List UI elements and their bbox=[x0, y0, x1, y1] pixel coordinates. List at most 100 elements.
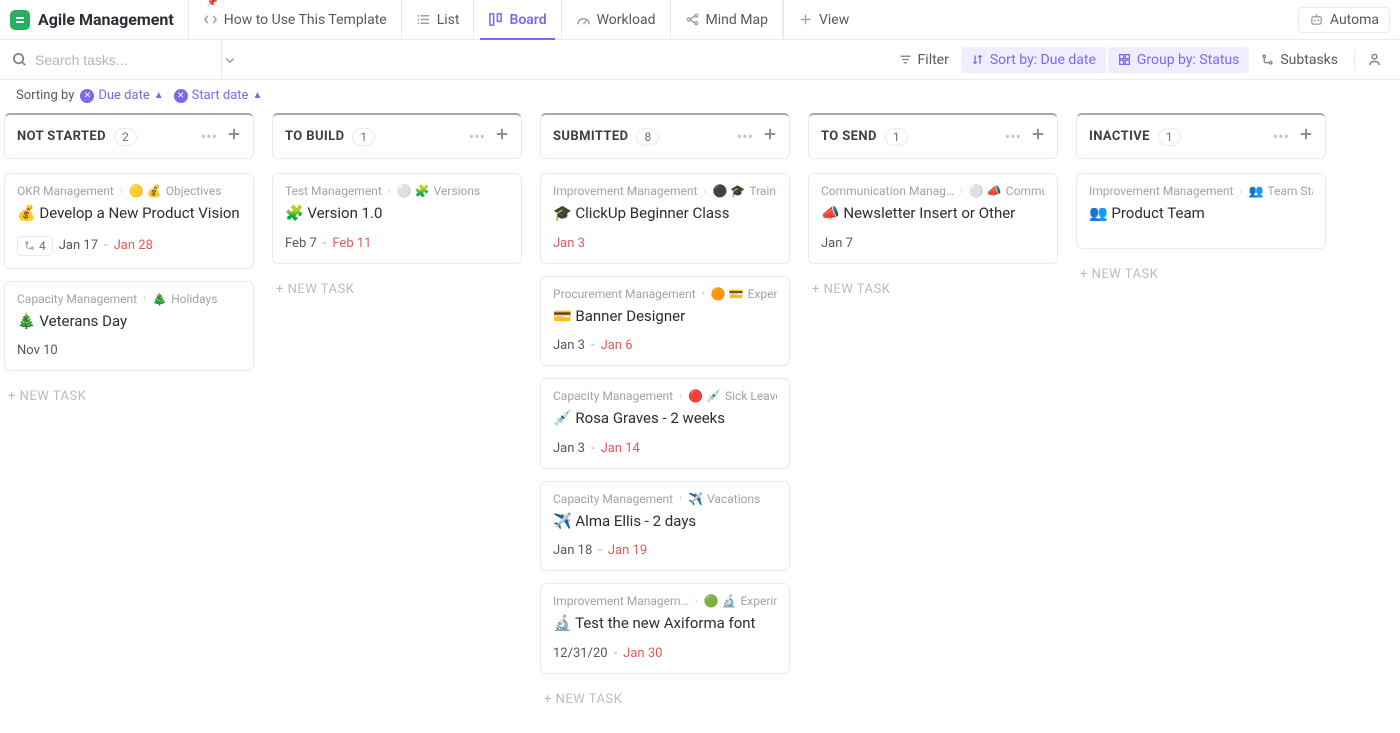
column: TO SEND1•••Communication Manag…›⚪ 📣Commu… bbox=[808, 113, 1058, 713]
start-date: Jan 3 bbox=[553, 236, 585, 251]
crumb-space: Improvement Management bbox=[553, 184, 697, 198]
date-dash: - bbox=[598, 543, 602, 558]
sort-pill-secondary[interactable]: ✕ Start date ▲ bbox=[174, 88, 263, 103]
new-task-button[interactable]: + NEW TASK bbox=[272, 276, 522, 303]
close-icon[interactable]: ✕ bbox=[174, 89, 188, 103]
more-icon[interactable]: ••• bbox=[737, 127, 753, 146]
space-title[interactable]: Agile Management bbox=[10, 0, 189, 39]
card-breadcrumb: Improvement Management›⚫ 🎓Trainings bbox=[553, 184, 777, 198]
card-title: ✈️ Alma Ellis - 2 days bbox=[553, 512, 777, 532]
start-date: Nov 10 bbox=[17, 343, 58, 358]
search-icon bbox=[12, 52, 27, 67]
task-card[interactable]: OKR Management › 🟡 💰 Objectives 💰 Develop a … bbox=[4, 173, 254, 269]
filter-button[interactable]: Filter bbox=[889, 47, 959, 73]
close-icon[interactable]: ✕ bbox=[80, 89, 94, 103]
subtask-count[interactable]: 4 bbox=[17, 236, 53, 256]
new-task-button[interactable]: + NEW TASK bbox=[1076, 261, 1326, 288]
card-breadcrumb: Capacity Management›🔴 💉Sick Leave bbox=[553, 389, 777, 403]
crumb-emoji: 🟡 💰 bbox=[129, 184, 162, 198]
task-card[interactable]: Capacity Management›🎄Holidays🎄 Veterans … bbox=[4, 281, 254, 372]
space-icon bbox=[10, 10, 30, 30]
crumb-space: Improvement Management bbox=[1089, 184, 1233, 198]
crumb-emoji: 👥 bbox=[1248, 184, 1263, 198]
plus-icon[interactable] bbox=[495, 127, 509, 146]
automations-button[interactable]: Automa bbox=[1298, 7, 1390, 33]
task-card[interactable]: Procurement Management›🟠 💳Expenses💳 Bann… bbox=[540, 276, 790, 367]
column-name: TO SEND bbox=[821, 129, 877, 144]
chevron-right-icon: › bbox=[960, 186, 963, 197]
chevron-right-icon: › bbox=[143, 293, 146, 304]
card-footer: 12/31/20 - Jan 30 bbox=[553, 646, 777, 661]
plus-icon[interactable] bbox=[227, 127, 241, 146]
groupby-button[interactable]: Group by: Status bbox=[1108, 47, 1249, 73]
start-date: Jan 17 bbox=[59, 238, 98, 253]
more-icon[interactable]: ••• bbox=[201, 127, 217, 146]
task-card[interactable]: Communication Manag…›⚪ 📣Communica…📣 News… bbox=[808, 173, 1058, 264]
date-dash: - bbox=[104, 238, 108, 253]
crumb-emoji: 🟢 🔬 bbox=[704, 594, 737, 608]
me-button[interactable] bbox=[1361, 47, 1388, 72]
view-workload[interactable]: Workload bbox=[562, 0, 671, 39]
view-mindmap[interactable]: Mind Map bbox=[671, 0, 783, 39]
crumb-space: Communication Manag… bbox=[821, 184, 954, 198]
mindmap-icon bbox=[685, 12, 700, 27]
chevron-right-icon: › bbox=[120, 186, 123, 197]
more-icon[interactable]: ••• bbox=[469, 127, 485, 146]
card-footer: Jan 3 - Jan 6 bbox=[553, 338, 777, 353]
column-header[interactable]: TO SEND1••• bbox=[808, 113, 1058, 159]
crumb-emoji: ⚫ 🎓 bbox=[712, 184, 745, 198]
crumb-space: OKR Management bbox=[17, 184, 114, 198]
list-icon bbox=[416, 12, 431, 27]
new-task-button[interactable]: + NEW TASK bbox=[4, 383, 254, 410]
more-icon[interactable]: ••• bbox=[1005, 127, 1021, 146]
due-date: Jan 6 bbox=[601, 338, 633, 353]
robot-icon bbox=[1309, 12, 1324, 27]
task-card[interactable]: Improvement Management›⚫ 🎓Trainings 🎓 Cli… bbox=[540, 173, 790, 264]
more-icon[interactable]: ••• bbox=[1273, 127, 1289, 146]
due-date: Feb 11 bbox=[332, 236, 371, 251]
column-header[interactable]: TO BUILD1••• bbox=[272, 113, 522, 159]
column-header[interactable]: INACTIVE1••• bbox=[1076, 113, 1326, 159]
column: TO BUILD1•••Test Management›⚪ 🧩Versions🧩… bbox=[272, 113, 522, 713]
column-header[interactable]: SUBMITTED8••• bbox=[540, 113, 790, 159]
crumb-space: Procurement Management bbox=[553, 287, 696, 301]
crumb-emoji: 🟠 💳 bbox=[711, 287, 744, 301]
due-date: Jan 28 bbox=[114, 238, 153, 253]
view-howto-label: How to Use This Template bbox=[224, 12, 387, 28]
view-add[interactable]: View bbox=[783, 0, 863, 39]
task-card[interactable]: Capacity Management›✈️Vacations✈️ Alma E… bbox=[540, 481, 790, 572]
plus-icon[interactable] bbox=[1031, 127, 1045, 146]
sort-pill-primary[interactable]: ✕ Due date ▲ bbox=[80, 88, 163, 103]
task-card[interactable]: Improvement Managem…›🟢 🔬Experime…🔬 Test … bbox=[540, 583, 790, 674]
crumb-list: Holidays bbox=[171, 292, 217, 306]
task-card[interactable]: Capacity Management›🔴 💉Sick Leave💉 Rosa … bbox=[540, 378, 790, 469]
crumb-list: Sick Leave bbox=[725, 389, 777, 403]
filter-icon bbox=[899, 53, 912, 66]
card-title: 📣 Newsletter Insert or Other bbox=[821, 204, 1045, 224]
task-card[interactable]: Test Management›⚪ 🧩Versions🧩 Version 1.0… bbox=[272, 173, 522, 264]
column-header[interactable]: NOT STARTED2••• bbox=[4, 113, 254, 159]
crumb-list: Objectives bbox=[166, 184, 222, 198]
crumb-list: Team Status bbox=[1267, 184, 1313, 198]
view-howto[interactable]: 📌 How to Use This Template bbox=[189, 0, 402, 39]
task-card[interactable]: Improvement Management›👥Team Status👥 Pro… bbox=[1076, 173, 1326, 249]
chevron-down-icon[interactable] bbox=[224, 54, 236, 66]
new-task-button[interactable]: + NEW TASK bbox=[540, 686, 790, 713]
column-count: 1 bbox=[352, 128, 375, 146]
card-title: 💰 Develop a New Product Vision bbox=[17, 204, 241, 224]
crumb-list: Communica… bbox=[1006, 184, 1045, 198]
plus-icon[interactable] bbox=[1299, 127, 1313, 146]
divider bbox=[1354, 51, 1355, 69]
sortby-button[interactable]: Sort by: Due date bbox=[961, 47, 1106, 73]
plus-icon[interactable] bbox=[763, 127, 777, 146]
view-mindmap-label: Mind Map bbox=[706, 12, 768, 28]
start-date: Jan 3 bbox=[553, 338, 585, 353]
view-board[interactable]: Board bbox=[474, 0, 561, 39]
subtasks-button[interactable]: Subtasks bbox=[1251, 47, 1348, 73]
new-task-button[interactable]: + NEW TASK bbox=[808, 276, 1058, 303]
sort-secondary-text: Start date bbox=[192, 88, 249, 103]
view-list[interactable]: List bbox=[402, 0, 475, 39]
search-input[interactable] bbox=[35, 52, 216, 68]
subtask-count-value: 4 bbox=[39, 239, 46, 253]
card-title: 🎓 ClickUp Beginner Class bbox=[553, 204, 777, 224]
